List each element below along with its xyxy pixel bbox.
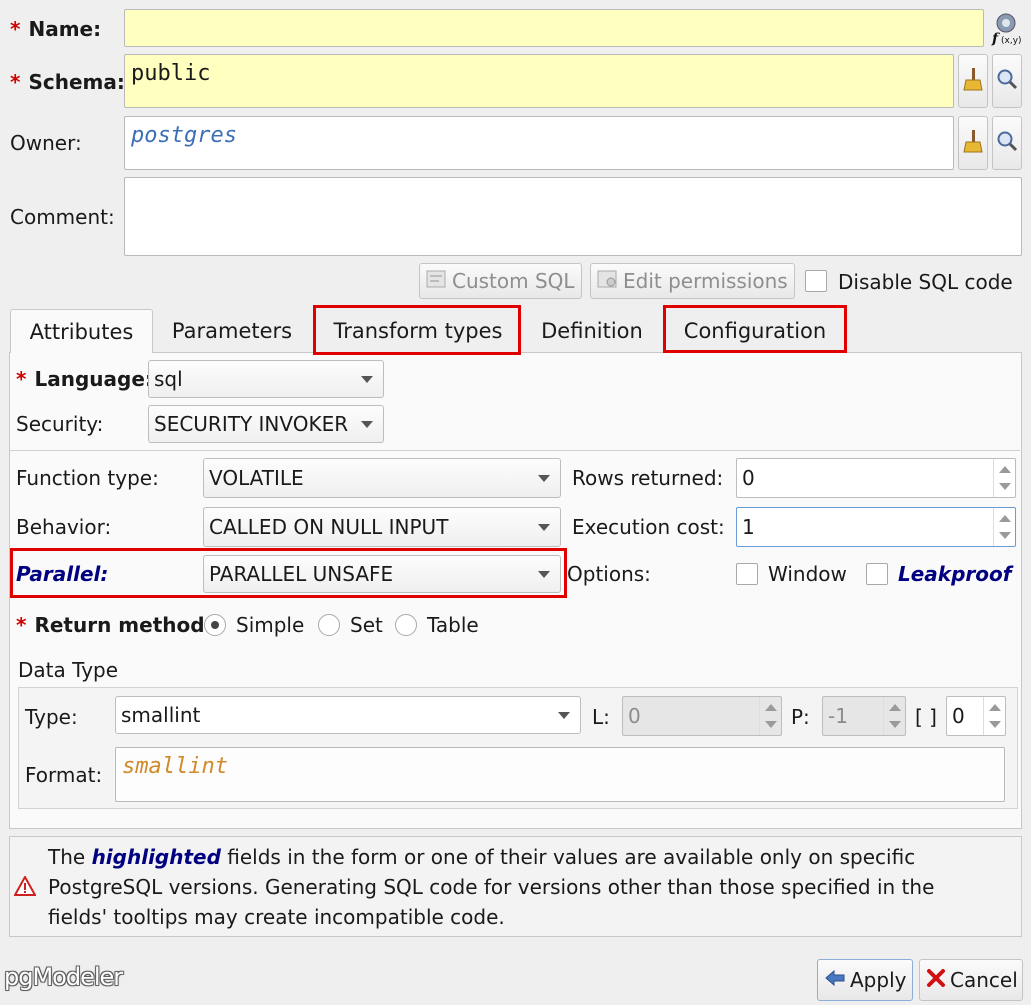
spin-buttons[interactable] [883, 697, 905, 735]
data-type-group-title: Data Type [18, 658, 119, 682]
return-simple-radio[interactable] [204, 614, 226, 636]
chevron-down-icon [538, 475, 550, 482]
schema-clear-button[interactable] [958, 54, 988, 108]
edit-permissions-button[interactable]: Edit permissions [590, 263, 795, 299]
spin-buttons[interactable] [759, 697, 781, 735]
spin-up-icon [765, 704, 777, 711]
highlight-box-parallel [10, 548, 567, 598]
dimension-label: [ ] [915, 705, 937, 729]
return-table-label: Table [427, 613, 479, 637]
custom-sql-button[interactable]: Custom SQL [419, 263, 582, 299]
disable-sql-label: Disable SQL code [838, 270, 1013, 294]
name-label: * Name: [10, 17, 102, 41]
owner-select-button[interactable] [992, 116, 1022, 170]
length-label: L: [592, 705, 610, 729]
function-type-label: Function type: [16, 466, 159, 490]
execution-cost-spinbox[interactable]: 1 [736, 507, 1016, 547]
format-label: Format: [25, 763, 103, 787]
leakproof-checkbox[interactable] [866, 563, 888, 585]
info-line-1: The highlighted fields in the form or on… [48, 845, 916, 869]
magnifier-icon [996, 68, 1018, 95]
highlight-box-transform-types [313, 305, 521, 355]
svg-text:(x,y): (x,y) [1001, 36, 1022, 46]
return-table-radio[interactable] [395, 614, 417, 636]
spin-buttons[interactable] [993, 508, 1015, 546]
spin-up-icon [999, 466, 1011, 473]
pgmodeler-logo: pgModeler [4, 963, 123, 991]
broom-icon [963, 67, 983, 96]
security-label: Security: [16, 412, 104, 436]
spin-down-icon [999, 483, 1011, 490]
owner-label: Owner: [10, 131, 82, 155]
cancel-button[interactable]: Cancel [919, 959, 1023, 1001]
tab-attributes[interactable]: Attributes [10, 309, 153, 353]
length-spinbox[interactable]: 0 [622, 696, 782, 736]
spin-down-icon [765, 721, 777, 728]
type-label: Type: [25, 705, 78, 729]
spin-down-icon [999, 532, 1011, 539]
highlight-box-configuration [663, 305, 847, 353]
comment-input[interactable] [124, 177, 1022, 256]
spin-down-icon [889, 721, 901, 728]
chevron-down-icon [538, 524, 550, 531]
spin-up-icon [989, 704, 1001, 711]
chevron-down-icon [558, 712, 570, 719]
schema-select-button[interactable] [992, 54, 1022, 108]
comment-label: Comment: [10, 205, 115, 229]
permissions-icon [597, 269, 619, 294]
spin-buttons[interactable] [983, 697, 1005, 735]
owner-input[interactable]: postgres [124, 116, 954, 170]
behavior-select[interactable]: CALLED ON NULL INPUT [203, 507, 561, 547]
format-display: smallint [115, 747, 1005, 802]
return-set-radio[interactable] [318, 614, 340, 636]
window-checkbox[interactable] [736, 563, 758, 585]
precision-label: P: [791, 705, 810, 729]
window-label: Window [768, 562, 847, 586]
disable-sql-checkbox[interactable] [805, 270, 827, 292]
return-set-label: Set [350, 613, 383, 637]
name-input[interactable] [124, 9, 984, 47]
type-select[interactable]: smallint [115, 696, 581, 734]
function-gear-icon[interactable]: f (x,y) [988, 10, 1024, 47]
spin-up-icon [889, 704, 901, 711]
options-label: Options: [567, 562, 651, 586]
language-select[interactable]: sql [148, 360, 384, 398]
info-line-3: fields' tooltips may create incompatible… [48, 905, 505, 929]
function-type-select[interactable]: VOLATILE [203, 458, 561, 498]
spin-down-icon [989, 721, 1001, 728]
apply-button[interactable]: Apply [817, 959, 913, 1001]
precision-spinbox[interactable]: -1 [822, 696, 906, 736]
rows-returned-label: Rows returned: [572, 466, 724, 490]
security-select[interactable]: SECURITY INVOKER [148, 405, 384, 443]
return-simple-label: Simple [236, 613, 305, 637]
tab-parameters[interactable]: Parameters [158, 309, 306, 353]
schema-input[interactable]: public [124, 54, 954, 108]
divider [10, 450, 1020, 451]
language-label: * Language: [16, 367, 153, 391]
info-line-2: PostgreSQL versions. Generating SQL code… [48, 875, 935, 899]
return-method-label: * Return method: [16, 613, 213, 637]
leakproof-label: Leakproof [898, 562, 1012, 586]
warning-icon [13, 874, 37, 896]
magnifier-icon [996, 130, 1018, 157]
chevron-down-icon [361, 421, 373, 428]
execution-cost-label: Execution cost: [572, 515, 725, 539]
owner-clear-button[interactable] [958, 116, 988, 170]
cancel-x-icon [926, 968, 946, 993]
dimension-spinbox[interactable]: 0 [946, 696, 1006, 736]
chevron-down-icon [361, 376, 373, 383]
schema-label: * Schema: [10, 70, 125, 94]
spin-buttons[interactable] [993, 459, 1015, 497]
behavior-label: Behavior: [16, 515, 112, 539]
broom-icon [963, 129, 983, 158]
sql-icon [426, 269, 448, 294]
rows-returned-spinbox[interactable]: 0 [736, 458, 1016, 498]
svg-text:f: f [991, 31, 1001, 46]
apply-arrow-icon [824, 968, 846, 993]
spin-up-icon [999, 515, 1011, 522]
tab-definition[interactable]: Definition [526, 309, 658, 353]
